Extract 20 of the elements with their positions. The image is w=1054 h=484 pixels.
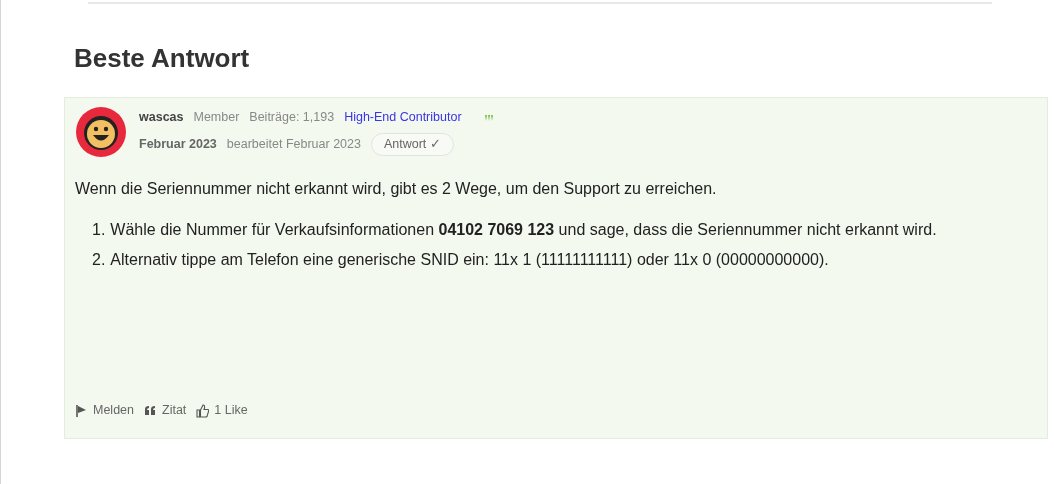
flag-icon [75,403,88,418]
rank-label: High-End Contributor [344,109,462,127]
author-name[interactable]: wascas [139,108,184,127]
quote-icon [144,403,157,418]
post-text: Wenn die Seriennummer nicht erkannt wird, gibt es 2 Wege, um den Support zu erreichen. [75,179,718,199]
post-count: Beiträge: 1,193 [249,109,335,127]
section-heading: Beste Antwort [74,42,251,74]
answer-badge: Antwort ✓ [370,133,454,156]
like-button[interactable]: 1 Like [196,401,248,420]
post-date: Februar 2023 [139,136,217,153]
list-item-text: Alternativ tippe am Telefon eine generische SNID ein: 11x 1 (11111111111) oder 11x 0 (00000000000). [110,250,829,270]
quote-button[interactable]: Zitat [144,401,187,420]
thumbs-up-icon [196,403,210,418]
member-role: Member [193,109,240,127]
list-number: 1. [92,220,106,240]
list-item-text: Wähle die Nummer für Verkaufsinformationen 04102 7069 123 und sage, dass die Seriennummer nicht erkannt wird. [110,220,937,240]
report-button[interactable]: Melden [75,401,134,420]
smiley-avatar[interactable] [75,106,127,158]
edited-date: bearbeitet Februar 2023 [226,136,361,153]
list-number: 2. [92,250,106,270]
